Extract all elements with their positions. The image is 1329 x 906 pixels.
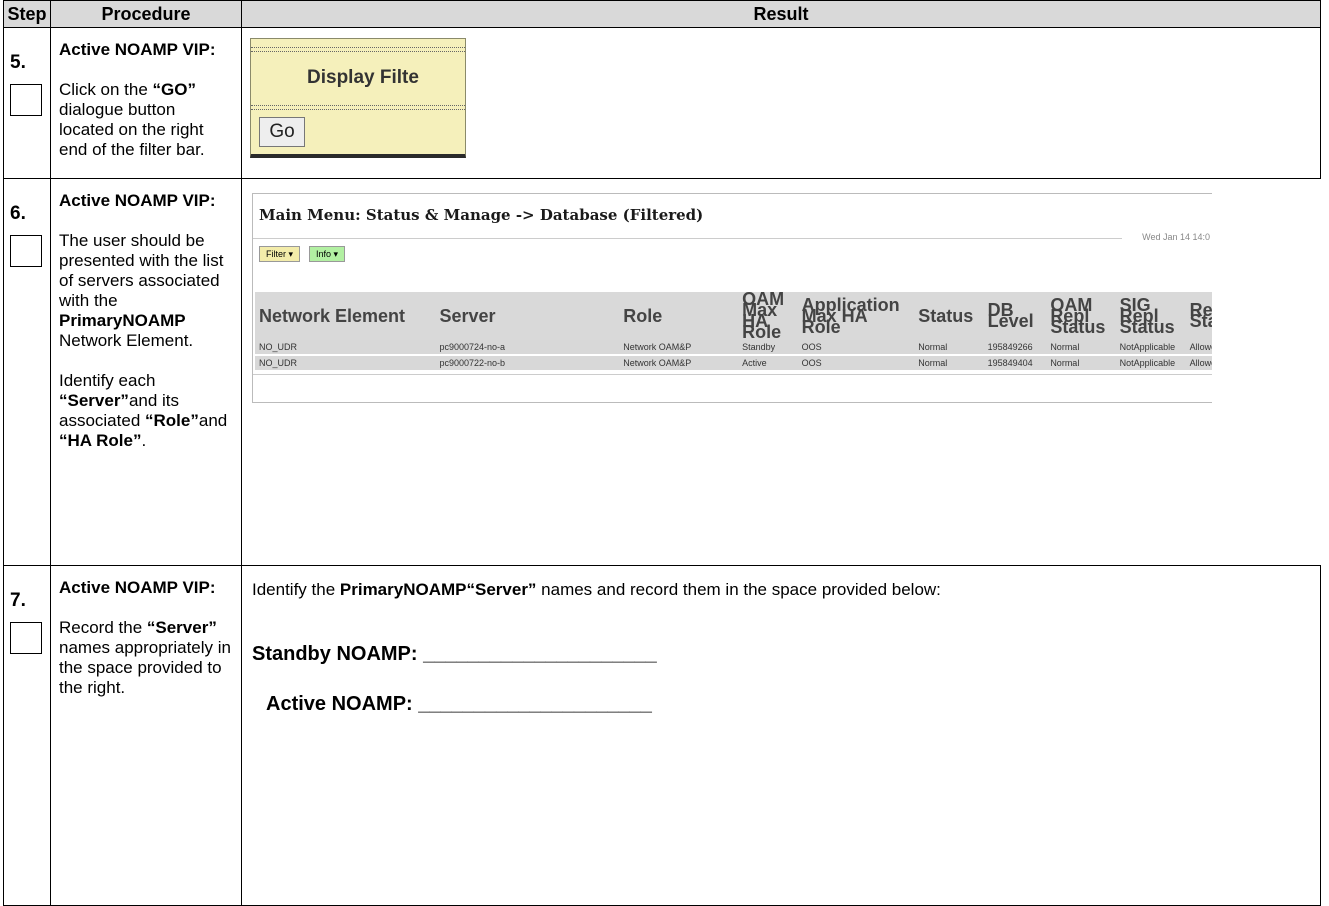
cell: 195849404 <box>987 358 1033 368</box>
procedure-table: Step Procedure Result 5. Active NOAMP VI… <box>3 0 1321 906</box>
step-7-title: Active NOAMP VIP: <box>59 578 216 597</box>
step-5-checkbox[interactable] <box>10 84 42 116</box>
step-6-result: Main Menu: Status & Manage -> Database (… <box>241 178 1321 566</box>
step-5-cell: 5. <box>3 27 51 179</box>
header-row: Step Procedure Result <box>3 0 1321 28</box>
step-7-procedure: Active NOAMP VIP: Record the “Server” na… <box>50 565 242 906</box>
step-7-cell: 7. <box>3 565 51 906</box>
step-7-instruction: Identify the PrimaryNOAMP“Server” names … <box>252 580 941 599</box>
col-oam-max-ha-role: OAM Max HA Role <box>738 290 798 341</box>
col-oam-repl-status: OAM Repl Status <box>1046 292 1116 340</box>
step-6-number: 6. <box>10 203 26 224</box>
cell: NO_UDR <box>259 358 298 368</box>
filter-tab[interactable]: Filter ▾ <box>259 246 301 262</box>
step-7-checkbox[interactable] <box>10 622 42 654</box>
col-db-level: DB Level <box>983 292 1047 340</box>
step-5-result: Display Filte Go <box>241 27 1321 179</box>
go-button[interactable]: Go <box>259 117 305 147</box>
header-result: Result <box>241 0 1321 28</box>
cell: NotApplicable <box>1119 358 1176 368</box>
header-procedure: Procedure <box>50 0 242 28</box>
step-7-text: Record the “Server” names appropriately … <box>59 618 231 697</box>
cell: NotApplicable <box>1119 342 1176 352</box>
cell: pc9000724-no-a <box>439 342 506 352</box>
cell: 195849266 <box>987 342 1033 352</box>
cell: Normal <box>1050 358 1080 368</box>
display-filter-screenshot: Display Filte Go <box>250 38 466 158</box>
display-filter-label: Display Filte <box>307 67 419 88</box>
step-7-result: Identify the PrimaryNOAMP“Server” names … <box>241 565 1321 906</box>
step-6-row: 6. Active NOAMP VIP: The user should be … <box>3 178 1321 566</box>
cell: Active <box>742 358 767 368</box>
step-5-number: 5. <box>10 52 26 73</box>
cell: Normal <box>918 358 948 368</box>
step-5-title: Active NOAMP VIP: <box>59 40 216 59</box>
col-role: Role <box>619 292 739 340</box>
cell: OOS <box>801 342 822 352</box>
step-6-cell: 6. <box>3 178 51 566</box>
database-header-row: Network Element Server Role OAM Max HA R… <box>255 290 1212 341</box>
col-app-max-ha-role: Application Max HA Role <box>797 292 915 340</box>
cell: Normal <box>918 342 948 352</box>
cell: Standby <box>742 342 776 352</box>
standby-noamp-record[interactable]: Standby NOAMP: _____________________ <box>252 644 1312 664</box>
cell: OOS <box>801 358 822 368</box>
cell: Normal <box>1050 342 1080 352</box>
step-6-procedure: Active NOAMP VIP: The user should be pre… <box>50 178 242 566</box>
cell: Network OAM&P <box>623 342 692 352</box>
table-row[interactable]: NO_UDR pc9000724-no-a Network OAM&P Stan… <box>255 340 1212 355</box>
step-5-procedure: Active NOAMP VIP: Click on the “GO” dial… <box>50 27 242 179</box>
database-table: Network Element Server Role OAM Max HA R… <box>255 290 1212 370</box>
step-6-title: Active NOAMP VIP: <box>59 191 216 210</box>
col-network-element: Network Element <box>255 292 436 340</box>
col-status: Status <box>914 292 984 340</box>
col-repl-status: Repl Status <box>1185 292 1212 340</box>
table-row[interactable]: NO_UDR pc9000722-no-b Network OAM&P Acti… <box>255 355 1212 370</box>
step-5-row: 5. Active NOAMP VIP: Click on the “GO” d… <box>3 27 1321 179</box>
col-sig-repl-status: SIG Repl Status <box>1115 292 1186 340</box>
cell: Allowed <box>1189 358 1212 368</box>
database-status-screenshot: Main Menu: Status & Manage -> Database (… <box>252 193 1212 403</box>
step-6-identify: Identify each “Server”and its associated… <box>59 371 228 450</box>
cell: Allowed <box>1189 342 1212 352</box>
cell: pc9000722-no-b <box>439 358 506 368</box>
step-5-text: Click on the “GO” dialogue button locate… <box>59 80 205 159</box>
cell: Network OAM&P <box>623 358 692 368</box>
step-6-checkbox[interactable] <box>10 235 42 267</box>
main-menu-title: Main Menu: Status & Manage -> Database (… <box>259 206 704 224</box>
step-7-number: 7. <box>10 590 26 611</box>
active-noamp-record[interactable]: Active NOAMP: _____________________ <box>266 694 1312 714</box>
step-7-row: 7. Active NOAMP VIP: Record the “Server”… <box>3 565 1321 906</box>
col-server: Server <box>435 292 620 340</box>
header-step: Step <box>3 0 51 28</box>
info-tab[interactable]: Info ▾ <box>309 246 346 262</box>
cell: NO_UDR <box>259 342 298 352</box>
step-6-text: The user should be presented with the li… <box>59 231 224 350</box>
timestamp: Wed Jan 14 14:0 <box>1142 232 1210 242</box>
